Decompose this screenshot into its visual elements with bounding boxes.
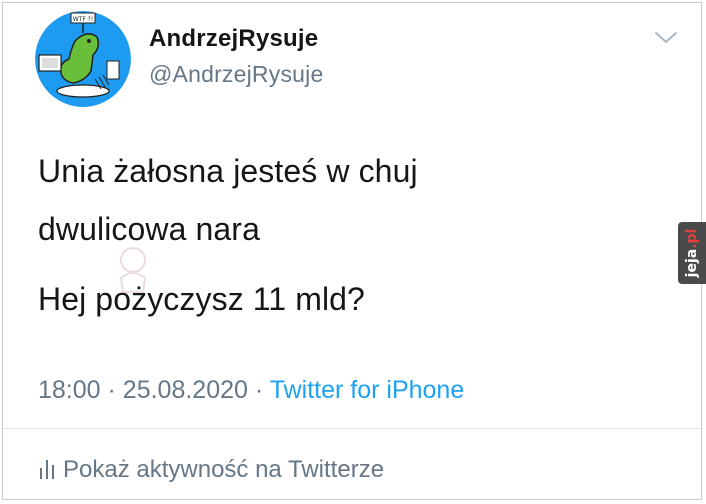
avatar-sign-text: WTF ?!: [73, 16, 94, 23]
meta-separator: ·: [107, 376, 116, 404]
tweet-source-link[interactable]: Twitter for iPhone: [270, 376, 465, 404]
author-display-name[interactable]: AndrzejRysuje: [149, 25, 318, 53]
watermark-site-main: jeja: [684, 248, 700, 278]
view-activity-link[interactable]: Pokaż aktywność na Twitterze: [39, 456, 384, 487]
avatar-illustration: WTF ?!: [35, 11, 131, 107]
author-handle[interactable]: @AndrzejRysuje: [149, 61, 323, 88]
watermark-text: jeja.pl: [684, 229, 700, 278]
tweet-date[interactable]: 25.08.2020: [123, 376, 248, 404]
more-options-button[interactable]: [653, 27, 679, 47]
tweet-time[interactable]: 18:00: [38, 376, 101, 404]
tweet-text-line: Hej pożyczysz 11 mld?: [38, 281, 365, 317]
meta-separator: ·: [254, 376, 264, 404]
avatar[interactable]: WTF ?!: [35, 11, 131, 107]
tweet-card: WTF ?! AndrzejRysuje @AndrzejRysuje Unia…: [2, 2, 702, 500]
faint-logo-icon: [119, 247, 147, 293]
divider: [3, 428, 701, 429]
bar-chart-icon: [39, 456, 55, 487]
tweet-text-line: Unia żałosna jesteś w chuj: [38, 153, 418, 189]
view-activity-label: Pokaż aktywność na Twitterze: [63, 456, 385, 483]
site-watermark: jeja.pl: [678, 222, 706, 284]
chevron-down-icon: [655, 32, 677, 43]
tweet-meta: 18:00 · 25.08.2020 · Twitter for iPhone: [38, 376, 464, 405]
watermark-site-dot: .pl: [684, 228, 700, 249]
